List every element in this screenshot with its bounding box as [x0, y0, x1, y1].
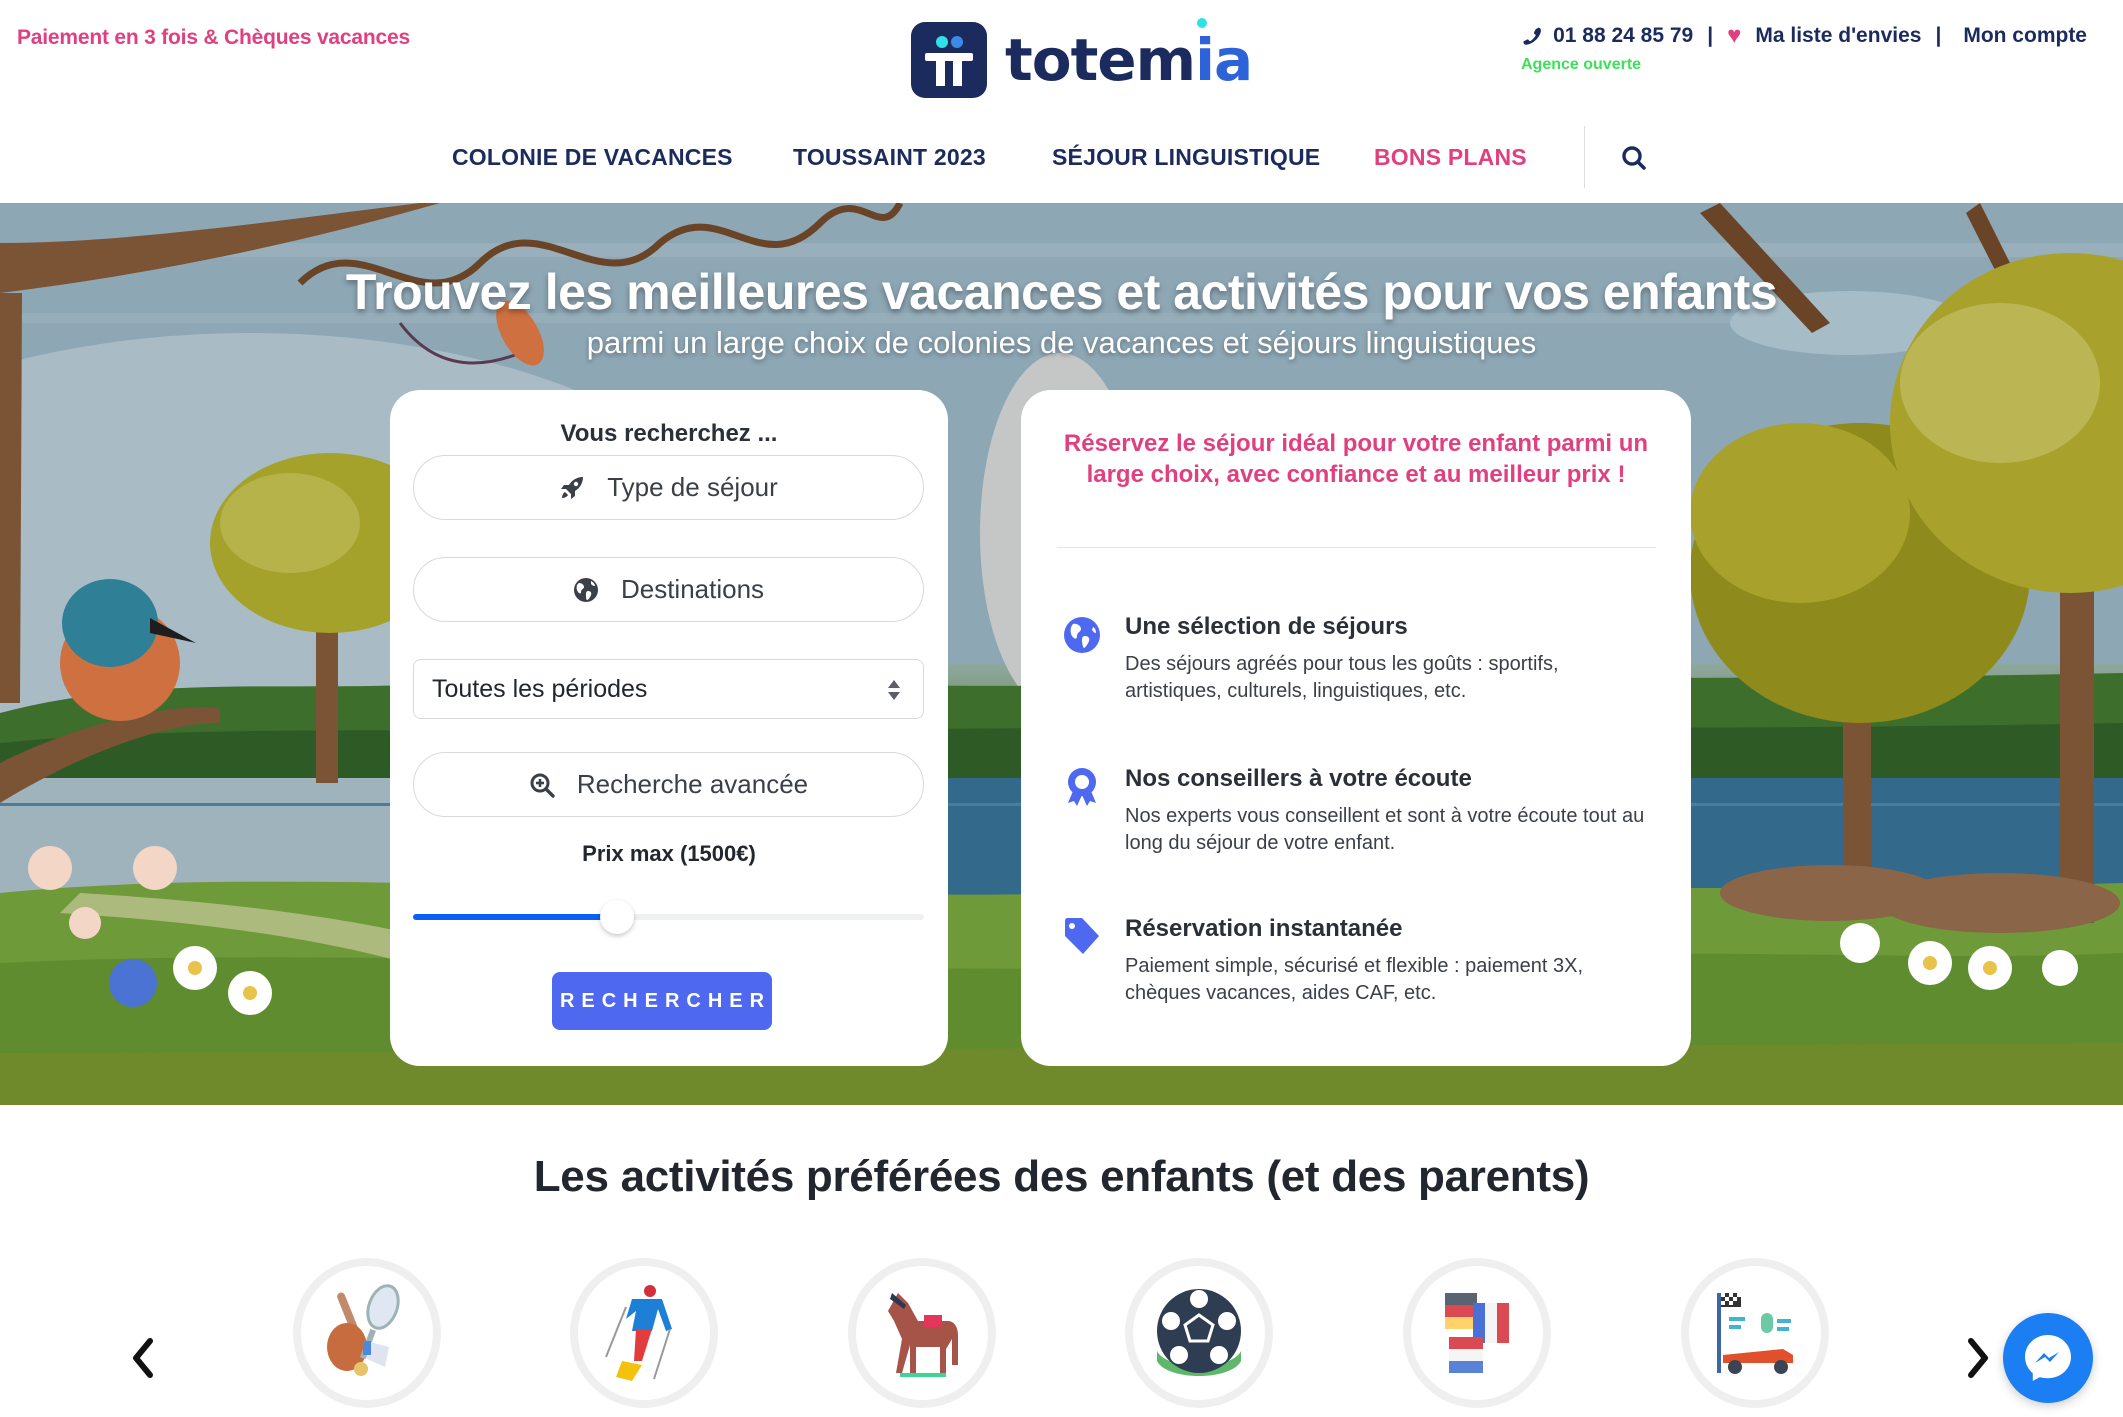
nav-divider	[1584, 126, 1585, 188]
search-icon[interactable]	[1620, 144, 1648, 172]
wishlist-link[interactable]: Ma liste d'envies	[1755, 24, 1921, 48]
brand-logo[interactable]: totem ia	[911, 18, 1253, 98]
activity-languages[interactable]	[1403, 1258, 1551, 1408]
sort-arrows-icon	[888, 680, 900, 700]
chevron-left-icon[interactable]	[128, 1335, 158, 1381]
benefits-card: Réservez le séjour idéal pour votre enfa…	[1021, 390, 1691, 1066]
zoom-in-icon	[530, 773, 555, 798]
price-max-label: Prix max (1500€)	[582, 841, 756, 866]
messenger-chat-button[interactable]	[2003, 1313, 2093, 1403]
hero-title: Trouvez les meilleures vacances et activ…	[345, 264, 1778, 320]
karting-icon	[1717, 1293, 1793, 1374]
languages-flags-icon	[1445, 1293, 1509, 1373]
agency-status: Agence ouverte	[1521, 56, 1642, 73]
feature-description: Des séjours agréés pour tous les goûts :…	[1125, 653, 1559, 702]
award-ribbon-icon	[1068, 768, 1096, 806]
nav-item-sejour-linguistique[interactable]: SÉJOUR LINGUISTIQUE	[1052, 144, 1320, 171]
stay-type-button[interactable]: Type de séjour	[413, 455, 924, 520]
soccer-ball-icon	[1157, 1289, 1241, 1376]
logo-mark-icon	[911, 22, 987, 98]
feature-title: Une sélection de séjours	[1125, 613, 1408, 640]
hero-section: Trouvez les meilleures vacances et activ…	[0, 203, 2123, 1105]
heart-icon[interactable]: ♥	[1727, 24, 1741, 48]
divider	[1057, 547, 1656, 548]
globe-icon	[573, 577, 598, 602]
search-submit-button[interactable]: RECHERCHER	[552, 972, 772, 1030]
price-tag-icon	[1065, 918, 1099, 954]
phone-link[interactable]: 01 88 24 85 79	[1523, 24, 1693, 48]
horse-riding-icon	[888, 1293, 958, 1377]
racket-sports-icon	[327, 1284, 400, 1376]
phone-number: 01 88 24 85 79	[1553, 24, 1694, 47]
stay-type-label: Type de séjour	[607, 472, 778, 502]
globe-americas-icon	[1064, 617, 1100, 653]
promo-banner-link[interactable]: Paiement en 3 fois & Chèques vacances	[17, 26, 410, 50]
destinations-label: Destinations	[620, 574, 765, 604]
activity-karting[interactable]	[1681, 1258, 1829, 1408]
activity-skiing[interactable]	[570, 1258, 718, 1408]
destinations-button[interactable]: Destinations	[413, 557, 924, 622]
separator: |	[1935, 24, 1942, 47]
skiing-icon	[605, 1285, 672, 1381]
period-select[interactable]: Toutes les périodes	[413, 659, 924, 719]
advanced-search-label: Recherche avancée	[576, 769, 809, 799]
feature-title: Réservation instantanée	[1125, 915, 1403, 942]
search-card: Vous recherchez ... Type de séjour Desti…	[390, 390, 948, 1066]
feature-description: Paiement simple, sécurisé et flexible : …	[1125, 955, 1583, 1004]
feature-description: Nos experts vous conseillent et sont à v…	[1125, 805, 1645, 854]
account-link[interactable]: Mon compte	[1963, 24, 2087, 48]
price-slider[interactable]	[413, 900, 924, 936]
logo-wordmark: totem ia	[1005, 18, 1253, 89]
nav-item-bons-plans[interactable]: BONS PLANS	[1374, 144, 1527, 171]
nav-item-toussaint[interactable]: TOUSSAINT 2023	[793, 144, 986, 171]
top-bar: Paiement en 3 fois & Chèques vacances to…	[0, 0, 2123, 110]
advanced-search-button[interactable]: Recherche avancée	[413, 752, 924, 817]
activity-racket-sports[interactable]	[293, 1258, 441, 1408]
activities-title: Les activités préférées des enfants (et …	[533, 1152, 1590, 1201]
nav-item-colonie[interactable]: COLONIE DE VACANCES	[452, 144, 733, 171]
messenger-icon	[2025, 1335, 2071, 1381]
phone-icon	[1523, 27, 1542, 45]
price-slider-handle[interactable]	[600, 900, 635, 934]
hero-subtitle: parmi un large choix de colonies de vaca…	[586, 325, 1537, 360]
activity-horse-riding[interactable]	[848, 1258, 996, 1408]
price-slider-fill	[413, 914, 618, 920]
benefits-headline: Réservez le séjour idéal pour votre enfa…	[1063, 430, 1649, 488]
rocket-icon	[561, 476, 584, 499]
main-nav: COLONIE DE VACANCES TOUSSAINT 2023 SÉJOU…	[0, 110, 2123, 203]
period-select-value: Toutes les périodes	[432, 674, 648, 703]
feature-title: Nos conseillers à votre écoute	[1125, 765, 1472, 792]
search-card-title: Vous recherchez ...	[560, 420, 778, 447]
separator: |	[1707, 24, 1714, 47]
activity-soccer[interactable]	[1125, 1258, 1273, 1408]
contact-links: 01 88 24 85 79 | ♥ Ma liste d'envies | M…	[1523, 24, 2087, 48]
chevron-right-icon[interactable]	[1963, 1335, 1993, 1381]
